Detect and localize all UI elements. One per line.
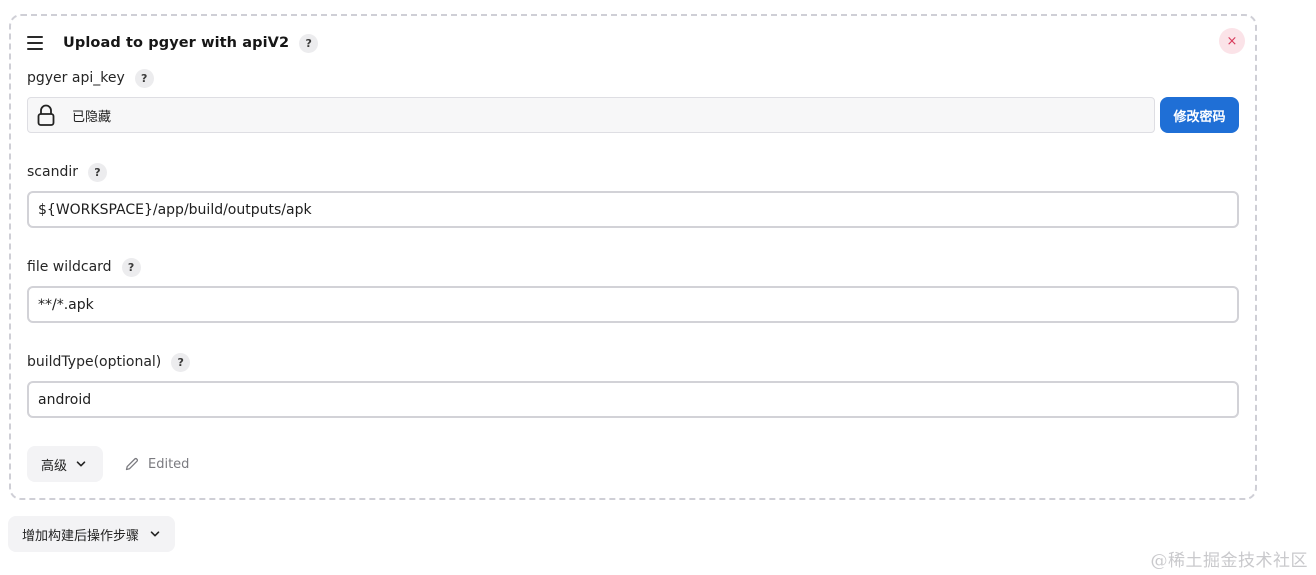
- api-key-hidden-value: 已隐藏: [72, 109, 112, 125]
- file-wildcard-help-button[interactable]: ?: [121, 257, 141, 277]
- build-type-label-row: buildType(optional) ?: [27, 352, 191, 372]
- pencil-icon: [125, 457, 139, 471]
- post-build-step-card: Upload to pgyer with apiV2 ? × pgyer api…: [9, 14, 1257, 500]
- page: Upload to pgyer with apiV2 ? × pgyer api…: [0, 0, 1316, 575]
- api-key-help-button[interactable]: ?: [134, 68, 154, 88]
- step-help-button[interactable]: ?: [299, 33, 319, 53]
- lock-icon: [36, 103, 56, 127]
- edited-indicator: Edited: [124, 454, 189, 474]
- advanced-button[interactable]: 高级: [27, 446, 103, 482]
- file-wildcard-label-row: file wildcard ?: [27, 257, 141, 277]
- chevron-down-icon: [150, 531, 160, 537]
- drag-handle-icon[interactable]: [27, 36, 45, 50]
- api-key-label-row: pgyer api_key ?: [27, 68, 154, 88]
- file-wildcard-label: file wildcard: [27, 259, 112, 275]
- add-post-build-step-button[interactable]: 增加构建后操作步骤: [8, 516, 175, 552]
- api-key-secret-field: 已隐藏: [27, 97, 1155, 133]
- edited-label: Edited: [148, 456, 190, 472]
- watermark: @稀土掘金技术社区: [1150, 551, 1308, 571]
- scandir-help-button[interactable]: ?: [87, 162, 107, 182]
- close-step-button[interactable]: ×: [1219, 28, 1245, 54]
- scandir-label: scandir: [27, 164, 78, 180]
- scandir-label-row: scandir ?: [27, 162, 107, 182]
- step-header: Upload to pgyer with apiV2 ?: [27, 30, 319, 56]
- advanced-label: 高级: [41, 458, 68, 474]
- step-title: Upload to pgyer with apiV2: [63, 35, 290, 51]
- build-type-help-button[interactable]: ?: [171, 352, 191, 372]
- build-type-input[interactable]: android: [27, 381, 1239, 418]
- build-type-label: buildType(optional): [27, 354, 162, 370]
- file-wildcard-input[interactable]: **/*.apk: [27, 286, 1239, 323]
- change-password-button[interactable]: 修改密码: [1160, 97, 1239, 133]
- chevron-down-icon: [76, 461, 86, 467]
- scandir-input[interactable]: ${WORKSPACE}/app/build/outputs/apk: [27, 191, 1239, 228]
- api-key-label: pgyer api_key: [27, 70, 125, 86]
- add-post-build-step-label: 增加构建后操作步骤: [22, 528, 140, 544]
